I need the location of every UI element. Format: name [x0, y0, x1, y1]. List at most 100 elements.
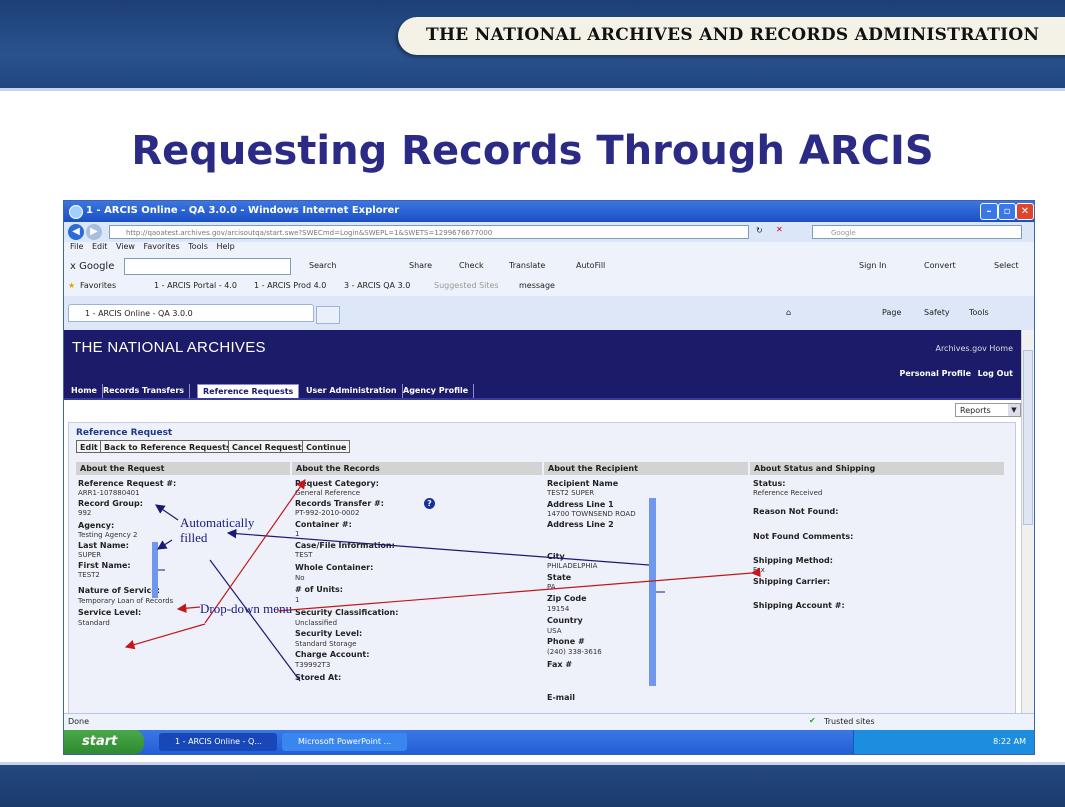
- tab-user-administration[interactable]: User Administration: [301, 384, 403, 398]
- field-value: 14700 TOWNSEND ROAD: [547, 510, 636, 518]
- browser-tab[interactable]: 1 - ARCIS Online - QA 3.0.0: [68, 304, 314, 322]
- field-label: Agency:: [78, 521, 115, 530]
- menu-edit[interactable]: Edit: [92, 242, 108, 251]
- star-icon: ★: [68, 281, 76, 290]
- forward-icon[interactable]: ▶: [86, 224, 102, 240]
- field-label: Address Line 1: [547, 500, 614, 509]
- tab-agency-profile[interactable]: Agency Profile: [398, 384, 475, 398]
- new-tab-button[interactable]: [316, 306, 340, 324]
- select-button[interactable]: Select: [994, 261, 1019, 270]
- field-label: Recipient Name: [547, 479, 619, 488]
- tools-menu[interactable]: Tools: [969, 308, 989, 317]
- address-toolbar: ◀ ▶ http://qaoatest.archives.gov/arcisou…: [64, 222, 1034, 242]
- annotation-dropdown: Drop-down menu: [200, 601, 293, 616]
- column-header-status: About Status and Shipping: [750, 462, 1004, 475]
- edit-button[interactable]: Edit: [76, 440, 102, 453]
- refresh-icon[interactable]: ↻: [756, 226, 763, 235]
- menu-view[interactable]: View: [116, 242, 135, 251]
- convert-button[interactable]: Convert: [924, 261, 956, 270]
- field-label: Country: [547, 616, 583, 625]
- continue-button[interactable]: Continue: [302, 440, 351, 453]
- page-menu[interactable]: Page: [882, 308, 901, 317]
- field-value: TEST: [295, 551, 313, 559]
- menu-file[interactable]: File: [70, 242, 83, 251]
- field-value: PT-992-2010-0002: [295, 509, 360, 517]
- chevron-down-icon: ▼: [1008, 404, 1020, 416]
- field-label: Record Group:: [78, 499, 143, 508]
- menu-help[interactable]: Help: [216, 242, 234, 251]
- check-button[interactable]: Check: [459, 261, 484, 270]
- column-header-recipient: About the Recipient: [544, 462, 748, 475]
- start-button[interactable]: start: [64, 730, 144, 754]
- field-label: Security Level:: [295, 629, 363, 638]
- tab-reference-requests[interactable]: Reference Requests: [197, 384, 300, 398]
- field-label: Shipping Method:: [753, 556, 833, 565]
- field-label: Service Level:: [78, 608, 142, 617]
- google-toolbar: x Google Search Share Check Translate Au…: [64, 255, 1034, 278]
- taskbar: start 1 - ARCIS Online - Q... Microsoft …: [64, 730, 1034, 754]
- autofill-button[interactable]: AutoFill: [576, 261, 605, 270]
- field-label: # of Units:: [295, 585, 343, 594]
- minimize-icon[interactable]: –: [980, 203, 998, 220]
- log-out-link[interactable]: Log Out: [978, 369, 1013, 378]
- translate-button[interactable]: Translate: [509, 261, 545, 270]
- google-search-button[interactable]: Search: [309, 261, 336, 270]
- field-label: Records Transfer #:: [295, 499, 384, 508]
- field-value: General Reference: [295, 489, 361, 497]
- app-nav: Home Records Transfers Reference Request…: [64, 380, 1021, 400]
- favorite-link-prod[interactable]: 1 - ARCIS Prod 4.0: [254, 281, 326, 290]
- field-value: TEST2 SUPER: [547, 489, 595, 497]
- reports-row: Reports ▼: [64, 400, 1021, 420]
- sign-in-button[interactable]: Sign In: [859, 261, 886, 270]
- cancel-request-button[interactable]: Cancel Request: [228, 440, 306, 453]
- safety-menu[interactable]: Safety: [924, 308, 950, 317]
- reports-dropdown[interactable]: Reports ▼: [955, 403, 1021, 417]
- menu-bar: File Edit View Favorites Tools Help: [64, 242, 1034, 255]
- field-value: SUPER: [78, 551, 102, 559]
- back-to-reference-requests-button[interactable]: Back to Reference Requests: [100, 440, 235, 453]
- scroll-thumb[interactable]: [1023, 350, 1033, 525]
- reports-dropdown-label: Reports: [960, 406, 991, 415]
- field-label: Address Line 2: [547, 520, 614, 529]
- field-label: Shipping Account #:: [753, 601, 845, 610]
- taskbar-item-powerpoint[interactable]: Microsoft PowerPoint ...: [282, 733, 407, 751]
- search-box[interactable]: Google: [812, 225, 1022, 239]
- back-icon[interactable]: ◀: [68, 224, 84, 240]
- address-bar[interactable]: http://qaoatest.archives.gov/arcisoutqa/…: [109, 225, 749, 239]
- field-label: Zip Code: [547, 594, 587, 603]
- archives-home-link[interactable]: Archives.gov Home: [935, 344, 1013, 353]
- close-icon[interactable]: ✕: [1016, 203, 1034, 220]
- stop-icon[interactable]: ✕: [776, 225, 783, 234]
- window-title: 1 - ARCIS Online - QA 3.0.0 - Windows In…: [86, 205, 400, 216]
- system-tray: 8:22 AM: [853, 730, 1034, 754]
- taskbar-item-ie[interactable]: 1 - ARCIS Online - Q...: [159, 733, 277, 751]
- field-label: Shipping Carrier:: [753, 577, 831, 586]
- field-label: Phone #: [547, 637, 585, 646]
- menu-favorites[interactable]: Favorites: [144, 242, 180, 251]
- google-search-input[interactable]: [124, 258, 291, 275]
- field-label: Status:: [753, 479, 786, 488]
- favorite-link-portal[interactable]: 1 - ARCIS Portal - 4.0: [154, 281, 237, 290]
- field-value: Standard: [78, 619, 110, 627]
- field-value: 19154: [547, 605, 570, 613]
- field-label: E-mail: [547, 693, 576, 702]
- field-label: Last Name:: [78, 541, 129, 550]
- help-icon[interactable]: ?: [424, 498, 435, 509]
- field-value: Reference Received: [753, 489, 823, 497]
- personal-profile-link[interactable]: Personal Profile: [899, 369, 971, 378]
- home-icon[interactable]: ⌂: [786, 308, 791, 317]
- field-label: Charge Account:: [295, 650, 370, 659]
- menu-tools[interactable]: Tools: [188, 242, 208, 251]
- field-label: Security Classification:: [295, 608, 399, 617]
- favorite-link-message[interactable]: message: [519, 281, 555, 290]
- suggested-sites-link[interactable]: Suggested Sites: [434, 281, 499, 290]
- ie-icon: [69, 205, 83, 219]
- page-scrollbar[interactable]: [1021, 330, 1034, 713]
- tab-records-transfers[interactable]: Records Transfers: [98, 384, 191, 398]
- favorites-button[interactable]: Favorites: [80, 281, 116, 290]
- share-button[interactable]: Share: [409, 261, 432, 270]
- favorite-link-qa[interactable]: 3 - ARCIS QA 3.0: [344, 281, 410, 290]
- field-label: Nature of Service:: [78, 586, 160, 595]
- restore-icon[interactable]: ▫: [998, 203, 1016, 220]
- field-label: Reference Request #:: [78, 479, 177, 488]
